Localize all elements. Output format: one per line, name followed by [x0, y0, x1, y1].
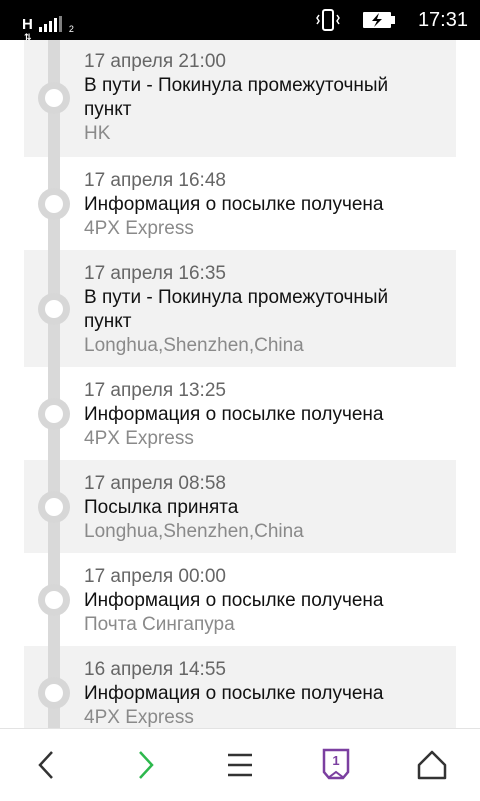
timeline-dot-icon	[38, 583, 70, 616]
timeline-dot-icon	[38, 292, 70, 325]
event-status: Информация о посылке получена	[84, 683, 384, 704]
event-date: 16 апреля 14:55	[84, 659, 226, 680]
timeline-event[interactable]: 17 апреля 00:00 Информация о посылке пол…	[24, 553, 456, 646]
timeline-event[interactable]: 17 апреля 13:25 Информация о посылке пол…	[24, 367, 456, 460]
clock: 17:31	[417, 9, 468, 31]
tab-count-badge: 1	[332, 753, 340, 768]
timeline-dot-icon	[38, 81, 70, 114]
sim-slot-number: 2	[68, 24, 74, 34]
home-button[interactable]	[410, 745, 454, 785]
timeline-line	[48, 40, 60, 728]
timeline-dot-icon	[38, 187, 70, 220]
timeline-dot-icon	[38, 397, 70, 430]
event-status: В пути - Покинула промежуточный	[84, 75, 389, 96]
timeline-event[interactable]: 17 апреля 16:35 В пути - Покинула промеж…	[24, 250, 456, 367]
vibrate-icon	[316, 9, 340, 31]
event-status: Информация о посылке получена	[84, 590, 384, 611]
event-date: 17 апреля 16:48	[84, 170, 226, 191]
event-status: Информация о посылке получена	[84, 194, 384, 215]
event-location: 4PX Express	[84, 428, 194, 449]
event-location: 4PX Express	[84, 218, 194, 239]
event-status-continued: пункт	[84, 311, 132, 332]
event-location: 4PX Express	[84, 707, 194, 728]
tracking-timeline: 17 апреля 21:00 В пути - Покинула промеж…	[24, 40, 456, 728]
home-icon	[417, 750, 447, 780]
signal-strength-icon	[38, 16, 62, 32]
timeline-dot-icon	[38, 490, 70, 523]
timeline-event[interactable]: 17 апреля 08:58 Посылка принята Longhua,…	[24, 460, 456, 553]
timeline-event[interactable]: 16 апреля 14:55 Информация о посылке пол…	[24, 646, 456, 728]
tabs-button[interactable]: 1	[314, 745, 358, 785]
event-status: В пути - Покинула промежуточный	[84, 287, 389, 308]
event-date: 17 апреля 08:58	[84, 473, 226, 494]
back-icon	[38, 751, 53, 779]
timeline-event[interactable]: 17 апреля 16:48 Информация о посылке пол…	[24, 157, 456, 250]
event-location: HK	[84, 123, 111, 144]
network-indicators: H ⇅ 2	[22, 8, 74, 42]
event-status: Информация о посылке получена	[84, 404, 384, 425]
event-date: 17 апреля 16:35	[84, 263, 226, 284]
forward-icon	[139, 751, 154, 779]
event-status: Посылка принята	[84, 497, 239, 518]
back-button[interactable]	[24, 745, 68, 785]
event-status-continued: пункт	[84, 99, 132, 120]
event-date: 17 апреля 00:00	[84, 566, 226, 587]
event-location: Почта Сингапура	[84, 614, 235, 635]
forward-button[interactable]	[124, 745, 168, 785]
event-date: 17 апреля 21:00	[84, 51, 226, 72]
event-date: 17 апреля 13:25	[84, 380, 226, 401]
status-bar: H ⇅ 2 17:31	[0, 0, 480, 42]
event-location: Longhua,Shenzhen,China	[84, 521, 304, 542]
event-location: Longhua,Shenzhen,China	[84, 335, 304, 356]
network-type-indicator: H ⇅	[22, 17, 33, 42]
menu-icon	[228, 753, 252, 777]
timeline-event[interactable]: 17 апреля 21:00 В пути - Покинула промеж…	[24, 40, 456, 157]
timeline-dot-icon	[38, 676, 70, 709]
menu-button[interactable]	[218, 745, 262, 785]
browser-navigation-bar: 1	[0, 728, 480, 801]
battery-charging-icon	[362, 11, 396, 29]
